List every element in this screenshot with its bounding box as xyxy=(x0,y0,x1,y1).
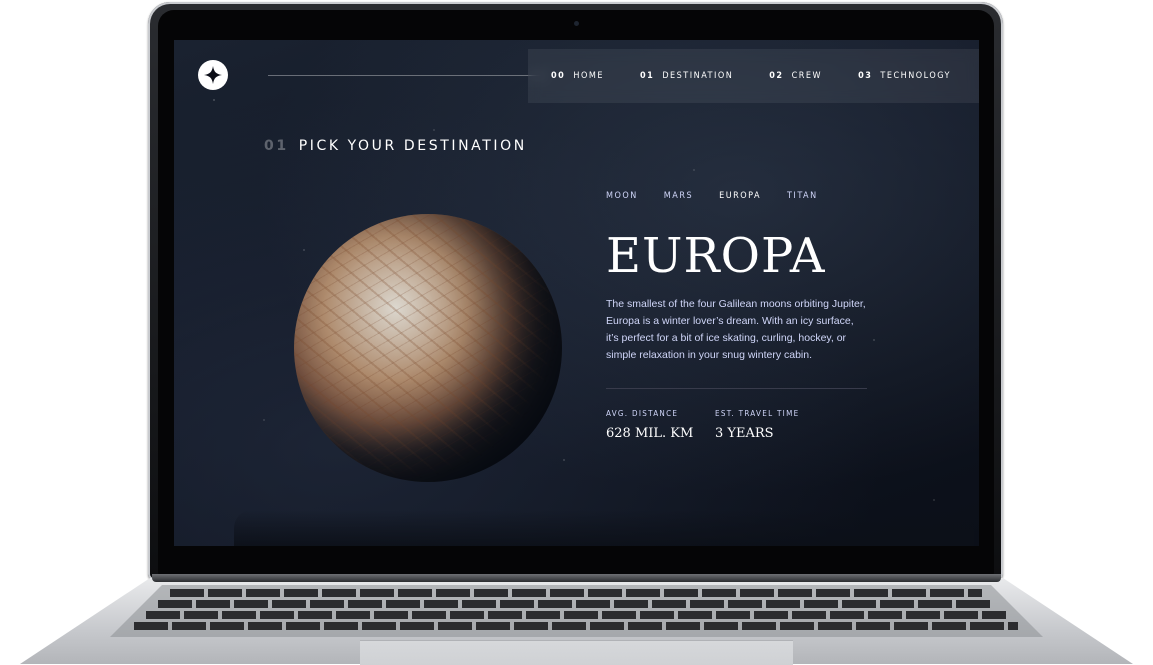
stats-divider xyxy=(606,388,867,389)
nav-item-label: HOME xyxy=(573,71,604,81)
nav-item-number: 03 xyxy=(858,71,873,81)
laptop-hinge xyxy=(152,574,1001,582)
stat-travel-time: EST. TRAVEL TIME 3 YEARS xyxy=(715,409,799,441)
nav-item-number: 00 xyxy=(551,71,566,81)
nav-item-number: 02 xyxy=(769,71,784,81)
nav-item-number: 01 xyxy=(639,71,655,81)
destination-name: EUROPA xyxy=(606,228,826,284)
nav-item-label: TECHNOLOGY xyxy=(880,71,951,81)
stat-avg-distance: AVG. DISTANCE 628 MIL. KM xyxy=(606,409,693,441)
key-row xyxy=(170,589,982,597)
screen-reflection xyxy=(234,510,974,546)
page-title-text: PICK YOUR DESTINATION xyxy=(298,138,527,154)
nav-item-destination[interactable]: 01 DESTINATION xyxy=(640,49,733,103)
tab-mars[interactable]: MARS xyxy=(664,191,693,207)
trackpad xyxy=(360,640,793,665)
nav-item-crew[interactable]: 02 CREW xyxy=(769,49,822,103)
nav-item-label: CREW xyxy=(791,71,823,81)
page-title: 01 PICK YOUR DESTINATION xyxy=(264,138,527,154)
star-logo-icon xyxy=(204,66,222,84)
stat-label: EST. TRAVEL TIME xyxy=(715,409,800,418)
starfield-background xyxy=(174,40,979,546)
page-title-number: 01 xyxy=(264,138,289,154)
tab-titan[interactable]: TITAN xyxy=(787,191,818,207)
destination-tabs: MOON MARS EUROPA TITAN xyxy=(606,191,818,207)
nav-item-home[interactable]: 00 HOME xyxy=(551,49,604,103)
main-navigation: 00 HOME 01 DESTINATION 02 CREW 03 TECHNO… xyxy=(528,49,979,103)
nav-item-technology[interactable]: 03 TECHNOLOGY xyxy=(858,49,951,103)
stat-value: 3 YEARS xyxy=(715,426,774,441)
nav-divider-line xyxy=(268,75,546,76)
tab-europa[interactable]: EUROPA xyxy=(719,191,761,207)
nav-item-label: DESTINATION xyxy=(662,71,734,81)
tab-moon[interactable]: MOON xyxy=(606,191,638,207)
stat-value: 628 MIL. KM xyxy=(606,426,694,441)
site-logo[interactable] xyxy=(198,60,228,90)
destination-description: The smallest of the four Galilean moons … xyxy=(606,298,866,361)
key-row xyxy=(146,611,1006,619)
camera-icon xyxy=(574,21,579,26)
website-screen: 00 HOME 01 DESTINATION 02 CREW 03 TECHNO… xyxy=(174,40,979,546)
europa-planet-image xyxy=(294,214,562,482)
stat-label: AVG. DISTANCE xyxy=(606,409,679,418)
key-row xyxy=(158,600,994,608)
key-row xyxy=(134,622,1018,630)
